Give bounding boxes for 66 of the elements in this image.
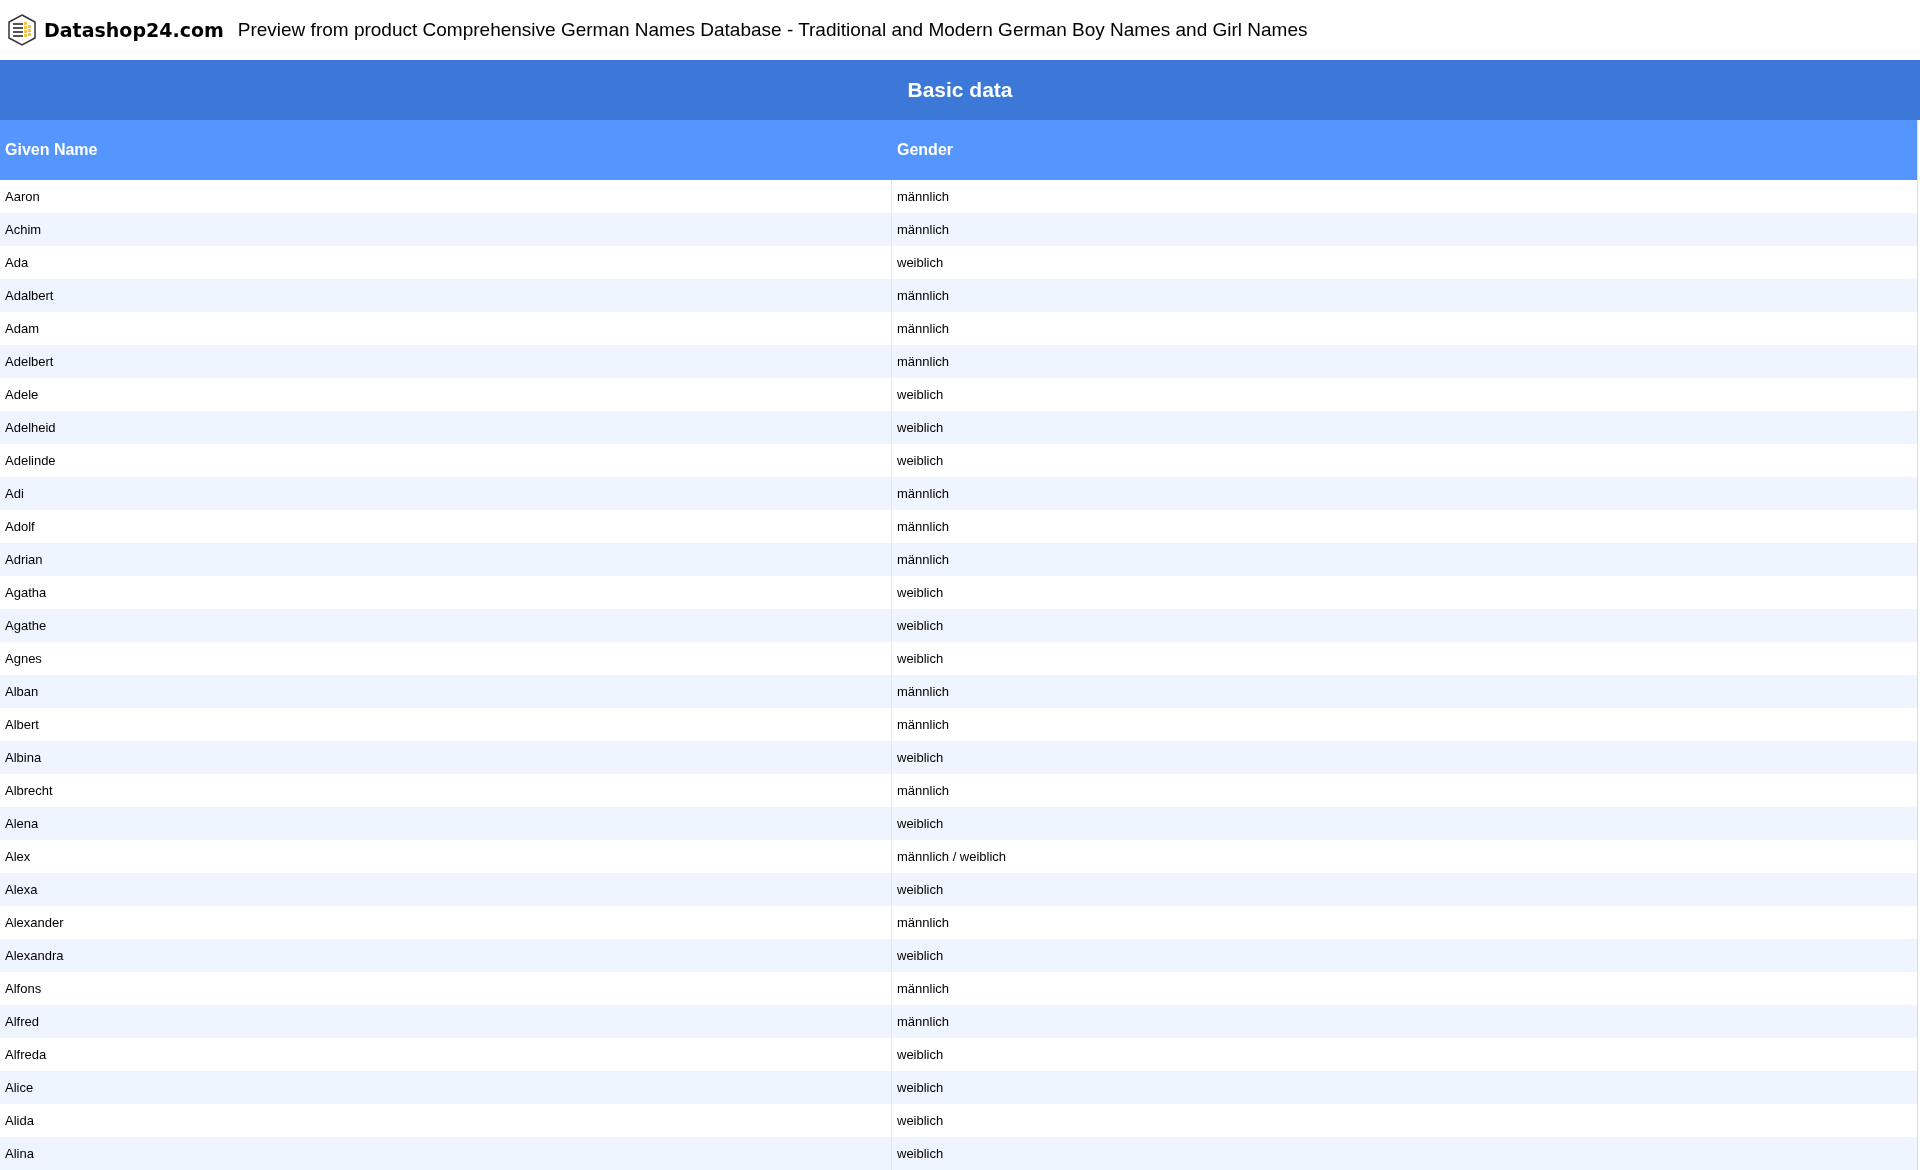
column-header: Gender — [896, 140, 954, 160]
table-cell-text: männlich — [897, 781, 950, 800]
table-cell-text: männlich — [897, 484, 950, 503]
database-logo-icon — [6, 14, 38, 46]
table-caption: Basic data — [0, 60, 1920, 120]
table-cell-text: weiblich — [897, 451, 944, 470]
table-cell-text: Adam — [5, 319, 39, 338]
table-cell-text: weiblich — [897, 1111, 944, 1130]
table-cell-text: weiblich — [897, 1078, 944, 1097]
logo-text: Datashop24.com — [44, 17, 224, 43]
table-cell-text: Adalbert — [5, 286, 54, 305]
table-cell-text: weiblich — [897, 583, 944, 602]
table-cell-text: männlich — [897, 913, 950, 932]
table-cell-text: Achim — [5, 220, 42, 239]
table-cell-text: männlich — [897, 682, 950, 701]
table-cell-text: Alice — [5, 1078, 34, 1097]
table-cell-text: Adrian — [5, 550, 43, 569]
table-cell-text: Alina — [5, 1144, 34, 1163]
table-cell-text: weiblich — [897, 1045, 944, 1064]
table-cell-text: Alfred — [5, 1012, 39, 1031]
table-cell-text: weiblich — [897, 1144, 944, 1163]
table-cell-text: Alfons — [5, 979, 42, 998]
table-cell-text: weiblich — [897, 253, 944, 272]
table-cell-text: männlich / weiblich — [897, 847, 1007, 866]
table-cell-text: männlich — [897, 550, 950, 569]
table-cell-text: Alban — [5, 682, 39, 701]
table-cell-text: männlich — [897, 979, 950, 998]
table-cell-text: Alex — [5, 847, 31, 866]
table-cell-text: männlich — [897, 517, 950, 536]
table-cell-text: männlich — [897, 1012, 950, 1031]
table-cell-text: Alexandra — [5, 946, 64, 965]
table-cell-text: Adelheid — [5, 418, 56, 437]
table-cell-text: weiblich — [897, 385, 944, 404]
table-cell-text: Albrecht — [5, 781, 53, 800]
table-cell-text: Agnes — [5, 649, 42, 668]
table-cell-text: weiblich — [897, 649, 944, 668]
table-cell-text: Alexa — [5, 880, 38, 899]
table-cell-text: weiblich — [897, 880, 944, 899]
table-cell-text: weiblich — [897, 946, 944, 965]
table-cell-text: weiblich — [897, 814, 944, 833]
table-cell-text: männlich — [897, 352, 950, 371]
table-cell-text: männlich — [897, 286, 950, 305]
table-cell-text: Alena — [5, 814, 39, 833]
table-cell-text: Adele — [5, 385, 39, 404]
table-cell-text: Agathe — [5, 616, 47, 635]
table-cell-text: weiblich — [897, 748, 944, 767]
table-cell-text: Adolf — [5, 517, 35, 536]
table-cell-text: Agatha — [5, 583, 47, 602]
table-cell-text: Aaron — [5, 187, 40, 206]
table-cell-text: männlich — [897, 319, 950, 338]
table-cell-text: Alexander — [5, 913, 64, 932]
table-cell-text: männlich — [897, 715, 950, 734]
column-header: Given Name — [4, 140, 99, 160]
table-cell-text: männlich — [897, 220, 950, 239]
table-cell-text: Albert — [5, 715, 39, 734]
table-cell-text: weiblich — [897, 418, 944, 437]
table-cell-text: Adi — [5, 484, 24, 503]
table-cell-text: Alfreda — [5, 1045, 47, 1064]
table-cell-text: männlich — [897, 187, 950, 206]
table-cell-text: Alida — [5, 1111, 34, 1130]
table-cell-text: Adelbert — [5, 352, 54, 371]
table-cell-text: Ada — [5, 253, 29, 272]
table-cell-text: weiblich — [897, 616, 944, 635]
table-cell-text: Adelinde — [5, 451, 56, 470]
page-title: Preview from product Comprehensive German Names Database - Traditional and Modern German Boy Names and Girl Names — [237, 17, 1308, 42]
table-cell-text: Albina — [5, 748, 42, 767]
